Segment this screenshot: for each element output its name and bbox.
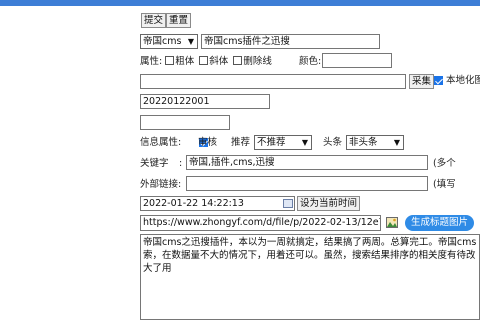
color-label: 颜色: <box>299 56 322 67</box>
reset-button[interactable]: 重置 <box>166 13 192 28</box>
set-now-button[interactable]: 设为当前时间 <box>297 196 361 211</box>
keywords-colon: : <box>179 158 183 169</box>
datetime-value: 2022-01-22 14:22:13 <box>143 198 244 209</box>
top-accent-bar <box>0 0 480 6</box>
headline-label: 头条 <box>323 137 343 148</box>
submit-button[interactable]: 提交 <box>141 13 167 28</box>
chevron-down-icon: ▼ <box>187 37 194 46</box>
keywords-hint: (多个 <box>433 158 456 169</box>
external-link-label: 外部链接: <box>140 179 182 190</box>
color-input[interactable] <box>322 53 392 68</box>
attributes-row: 属性: 粗体 斜体 删除线 <box>140 55 272 68</box>
attributes-label: 属性: <box>140 56 163 67</box>
chevron-down-icon: ▼ <box>393 138 400 147</box>
category-select-value: 帝国cms <box>143 36 182 47</box>
bold-label: 粗体 <box>175 56 195 67</box>
calendar-icon[interactable] <box>283 199 293 208</box>
generate-title-image-button[interactable]: 生成标题图片 <box>405 215 475 231</box>
recommend-select-value: 不推荐 <box>257 137 286 148</box>
secondary-input[interactable] <box>140 115 230 130</box>
title-image-url-input[interactable] <box>140 74 406 89</box>
number-input[interactable]: 20220122001 <box>140 94 270 109</box>
italic-checkbox[interactable] <box>199 56 209 65</box>
keywords-input[interactable]: 帝国,插件,cms,迅搜 <box>186 155 428 170</box>
keywords-label: 关键字 <box>140 158 169 169</box>
category-select[interactable]: 帝国cms ▼ <box>140 34 198 49</box>
summary-textarea[interactable]: 帝国cms之迅搜插件，本以为一周就搞定，结果搞了两周。总算完工。帝国cms 索，… <box>140 234 480 320</box>
collect-button[interactable]: 采集 <box>409 74 435 89</box>
localize-label: 本地化图 <box>446 75 480 86</box>
info-attributes-label: 信息属性: <box>140 137 182 148</box>
recommend-select[interactable]: 不推荐 ▼ <box>254 135 312 150</box>
localize-checkbox[interactable] <box>434 76 443 85</box>
external-link-hint: (填写 <box>433 179 456 190</box>
headline-select[interactable]: 非头条 ▼ <box>346 135 404 150</box>
strike-label: 删除线 <box>243 56 272 67</box>
bold-checkbox[interactable] <box>165 56 175 65</box>
strike-checkbox[interactable] <box>233 56 243 65</box>
headline-select-value: 非头条 <box>349 137 378 148</box>
external-link-input[interactable] <box>186 176 428 191</box>
italic-label: 斜体 <box>209 56 229 67</box>
datetime-input[interactable]: 2022-01-22 14:22:13 <box>140 196 295 211</box>
image-preview-icon[interactable] <box>386 217 398 228</box>
recommend-label: 推荐 <box>231 137 251 148</box>
title-image-path-input[interactable]: https://www.zhongyf.com/d/file/p/2022-02… <box>140 215 381 231</box>
review-label: 审核 <box>198 137 218 148</box>
chevron-down-icon: ▼ <box>301 138 308 147</box>
title-input[interactable]: 帝国cms插件之迅搜 <box>201 34 380 49</box>
